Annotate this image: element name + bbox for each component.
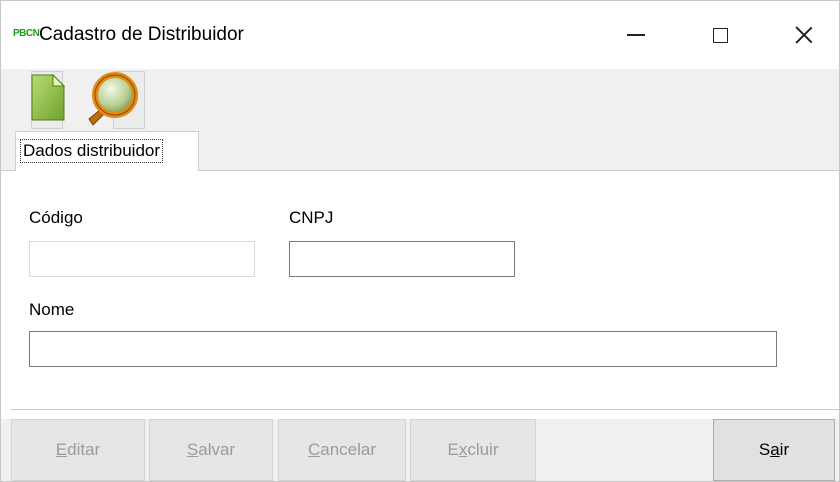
maximize-button[interactable] <box>685 11 755 59</box>
sair-mnemonic: a <box>770 440 780 459</box>
cancelar-label: ancelar <box>320 440 377 459</box>
minimize-icon <box>627 34 645 36</box>
sair-label: ir <box>779 440 790 459</box>
window-title: Cadastro de Distribuidor <box>39 24 244 45</box>
window: PBCN Cadastro de Distribuidor Dados dist… <box>0 0 840 482</box>
document-icon[interactable] <box>31 73 65 121</box>
excluir-button[interactable]: Ex cluir <box>410 419 536 481</box>
editar-button[interactable]: Editar <box>11 419 145 481</box>
app-icon: PBCN <box>13 28 40 39</box>
divider <box>11 409 839 410</box>
tab-label: Dados distribuidor <box>20 139 164 163</box>
editar-label: ditar <box>67 440 101 459</box>
form-panel: Código CNPJ Nome <box>11 171 839 411</box>
tab-dados-distribuidor[interactable]: Dados distribuidor <box>15 131 199 171</box>
salvar-label: alvar <box>198 440 236 459</box>
excluir-label: cluir <box>467 440 499 459</box>
codigo-field[interactable] <box>29 241 255 277</box>
action-bar: Editar Salvar Cancelar Ex cluir Sa ir <box>1 419 839 481</box>
maximize-icon <box>712 27 728 43</box>
excluir-pre: E <box>447 440 459 459</box>
close-button[interactable] <box>769 11 839 59</box>
minimize-button[interactable] <box>601 11 671 59</box>
magnifier-icon[interactable] <box>79 69 143 129</box>
cancelar-mnemonic: C <box>307 440 321 459</box>
nome-field[interactable] <box>29 331 777 367</box>
editar-mnemonic: E <box>55 440 68 459</box>
sair-button[interactable]: Sa ir <box>713 419 835 481</box>
salvar-button[interactable]: Salvar <box>149 419 273 481</box>
tab-strip: Dados distribuidor <box>1 131 839 171</box>
sair-pre: S <box>758 440 771 459</box>
cnpj-label: CNPJ <box>289 208 334 227</box>
nome-label: Nome <box>29 300 75 319</box>
salvar-mnemonic: S <box>186 440 199 459</box>
cancelar-button[interactable]: Cancelar <box>278 419 406 481</box>
excluir-mnemonic: x <box>458 440 468 459</box>
close-icon <box>795 26 813 44</box>
title-bar: PBCN Cadastro de Distribuidor <box>1 1 839 69</box>
codigo-label: Código <box>29 208 83 227</box>
cnpj-field[interactable] <box>289 241 515 277</box>
